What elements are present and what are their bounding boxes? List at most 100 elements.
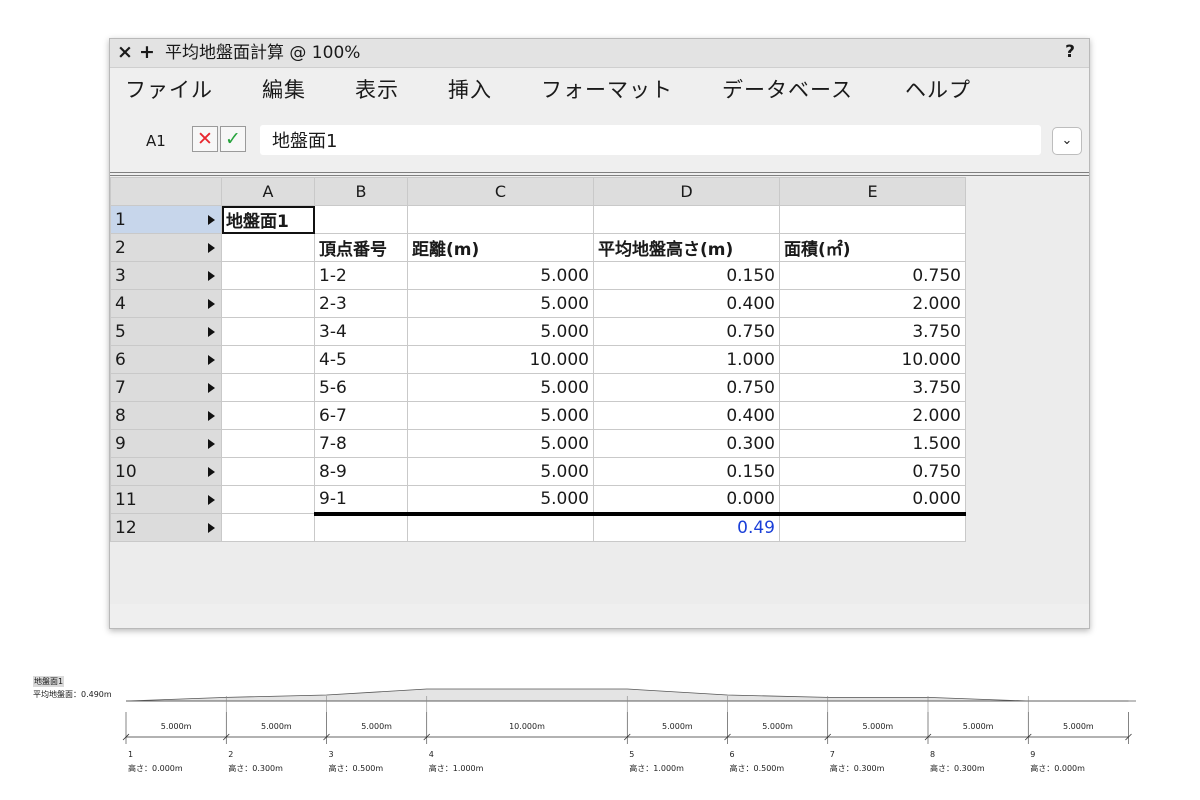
menu-format[interactable]: フォーマット xyxy=(541,77,673,103)
cell-b1[interactable] xyxy=(314,205,408,234)
cell-b2[interactable]: 頂点番号 xyxy=(314,233,408,262)
cell-b10[interactable]: 8-9 xyxy=(314,457,408,486)
cell-b6[interactable]: 4-5 xyxy=(314,345,408,374)
cell-c2[interactable]: 距離(m) xyxy=(407,233,594,262)
cell-c8[interactable]: 5.000 xyxy=(407,401,594,430)
cell-d8[interactable]: 0.400 xyxy=(593,401,780,430)
close-icon[interactable]: × xyxy=(117,41,133,63)
cell-d2[interactable]: 平均地盤高さ(m) xyxy=(593,233,780,262)
cell-e8[interactable]: 2.000 xyxy=(779,401,966,430)
cell-c4[interactable]: 5.000 xyxy=(407,289,594,318)
cell-c12[interactable] xyxy=(407,513,594,542)
chevron-down-icon[interactable]: ⌄ xyxy=(1052,127,1082,155)
cell-c3[interactable]: 5.000 xyxy=(407,261,594,290)
cell-b11[interactable]: 9-1 xyxy=(314,485,408,516)
cell-d1[interactable] xyxy=(593,205,780,234)
row-header[interactable]: 5 xyxy=(110,317,222,346)
cell-a2[interactable] xyxy=(221,233,315,262)
row-expand-icon[interactable] xyxy=(208,383,215,393)
cell-d4[interactable]: 0.400 xyxy=(593,289,780,318)
select-all-corner[interactable] xyxy=(110,177,222,206)
row-header[interactable]: 2 xyxy=(110,233,222,262)
cell-d9[interactable]: 0.300 xyxy=(593,429,780,458)
cell-e6[interactable]: 10.000 xyxy=(779,345,966,374)
row-expand-icon[interactable] xyxy=(208,327,215,337)
cell-a9[interactable] xyxy=(221,429,315,458)
cell-d7[interactable]: 0.750 xyxy=(593,373,780,402)
row-expand-icon[interactable] xyxy=(208,243,215,253)
menu-edit[interactable]: 編集 xyxy=(262,77,306,103)
menu-insert[interactable]: 挿入 xyxy=(448,77,492,103)
cell-c10[interactable]: 5.000 xyxy=(407,457,594,486)
cell-e5[interactable]: 3.750 xyxy=(779,317,966,346)
column-header-d[interactable]: D xyxy=(593,177,780,206)
menu-database[interactable]: データベース xyxy=(722,77,853,103)
cell-b12[interactable] xyxy=(314,513,408,542)
menu-help[interactable]: ヘルプ xyxy=(905,77,971,103)
cell-e7[interactable]: 3.750 xyxy=(779,373,966,402)
row-expand-icon[interactable] xyxy=(208,271,215,281)
row-header[interactable]: 12 xyxy=(110,513,222,542)
cell-a6[interactable] xyxy=(221,345,315,374)
row-header[interactable]: 11 xyxy=(110,485,222,514)
cell-a4[interactable] xyxy=(221,289,315,318)
row-header[interactable]: 7 xyxy=(110,373,222,402)
cell-b5[interactable]: 3-4 xyxy=(314,317,408,346)
menu-view[interactable]: 表示 xyxy=(355,77,399,103)
cell-c5[interactable]: 5.000 xyxy=(407,317,594,346)
cell-d11[interactable]: 0.000 xyxy=(593,485,780,516)
cell-a5[interactable] xyxy=(221,317,315,346)
column-header-c[interactable]: C xyxy=(407,177,594,206)
row-expand-icon[interactable] xyxy=(208,299,215,309)
row-expand-icon[interactable] xyxy=(208,355,215,365)
expand-icon[interactable]: + xyxy=(139,41,155,63)
cell-e3[interactable]: 0.750 xyxy=(779,261,966,290)
cell-b8[interactable]: 6-7 xyxy=(314,401,408,430)
cell-a7[interactable] xyxy=(221,373,315,402)
row-header[interactable]: 1 xyxy=(110,205,222,234)
cell-a10[interactable] xyxy=(221,457,315,486)
cell-c7[interactable]: 5.000 xyxy=(407,373,594,402)
row-header[interactable]: 9 xyxy=(110,429,222,458)
formula-input[interactable] xyxy=(260,125,1041,155)
cell-b9[interactable]: 7-8 xyxy=(314,429,408,458)
row-header[interactable]: 4 xyxy=(110,289,222,318)
cell-c1[interactable] xyxy=(407,205,594,234)
cell-d10[interactable]: 0.150 xyxy=(593,457,780,486)
cell-b7[interactable]: 5-6 xyxy=(314,373,408,402)
cell-a12[interactable] xyxy=(221,513,315,542)
row-expand-icon[interactable] xyxy=(208,215,215,225)
cell-d5[interactable]: 0.750 xyxy=(593,317,780,346)
column-header-a[interactable]: A xyxy=(221,177,315,206)
cell-a1[interactable]: 地盤面1 xyxy=(221,205,315,234)
row-expand-icon[interactable] xyxy=(208,523,215,533)
cell-c11[interactable]: 5.000 xyxy=(407,485,594,516)
cell-e10[interactable]: 0.750 xyxy=(779,457,966,486)
row-expand-icon[interactable] xyxy=(208,439,215,449)
cell-a8[interactable] xyxy=(221,401,315,430)
row-header[interactable]: 10 xyxy=(110,457,222,486)
cell-e9[interactable]: 1.500 xyxy=(779,429,966,458)
column-header-b[interactable]: B xyxy=(314,177,408,206)
cell-b3[interactable]: 1-2 xyxy=(314,261,408,290)
cell-e4[interactable]: 2.000 xyxy=(779,289,966,318)
row-header[interactable]: 3 xyxy=(110,261,222,290)
row-expand-icon[interactable] xyxy=(208,411,215,421)
cell-c6[interactable]: 10.000 xyxy=(407,345,594,374)
cell-e1[interactable] xyxy=(779,205,966,234)
cell-e12[interactable] xyxy=(779,513,966,542)
cancel-edit-button[interactable]: ✕ xyxy=(192,126,218,152)
cell-c9[interactable]: 5.000 xyxy=(407,429,594,458)
row-header[interactable]: 6 xyxy=(110,345,222,374)
cell-d3[interactable]: 0.150 xyxy=(593,261,780,290)
cell-a3[interactable] xyxy=(221,261,315,290)
accept-edit-button[interactable]: ✓ xyxy=(220,126,246,152)
help-icon[interactable]: ? xyxy=(1065,41,1075,63)
cell-a11[interactable] xyxy=(221,485,315,514)
cell-d6[interactable]: 1.000 xyxy=(593,345,780,374)
cell-e11[interactable]: 0.000 xyxy=(779,485,966,516)
column-header-e[interactable]: E xyxy=(779,177,966,206)
row-header[interactable]: 8 xyxy=(110,401,222,430)
menu-file[interactable]: ファイル xyxy=(125,77,213,103)
row-expand-icon[interactable] xyxy=(208,495,215,505)
